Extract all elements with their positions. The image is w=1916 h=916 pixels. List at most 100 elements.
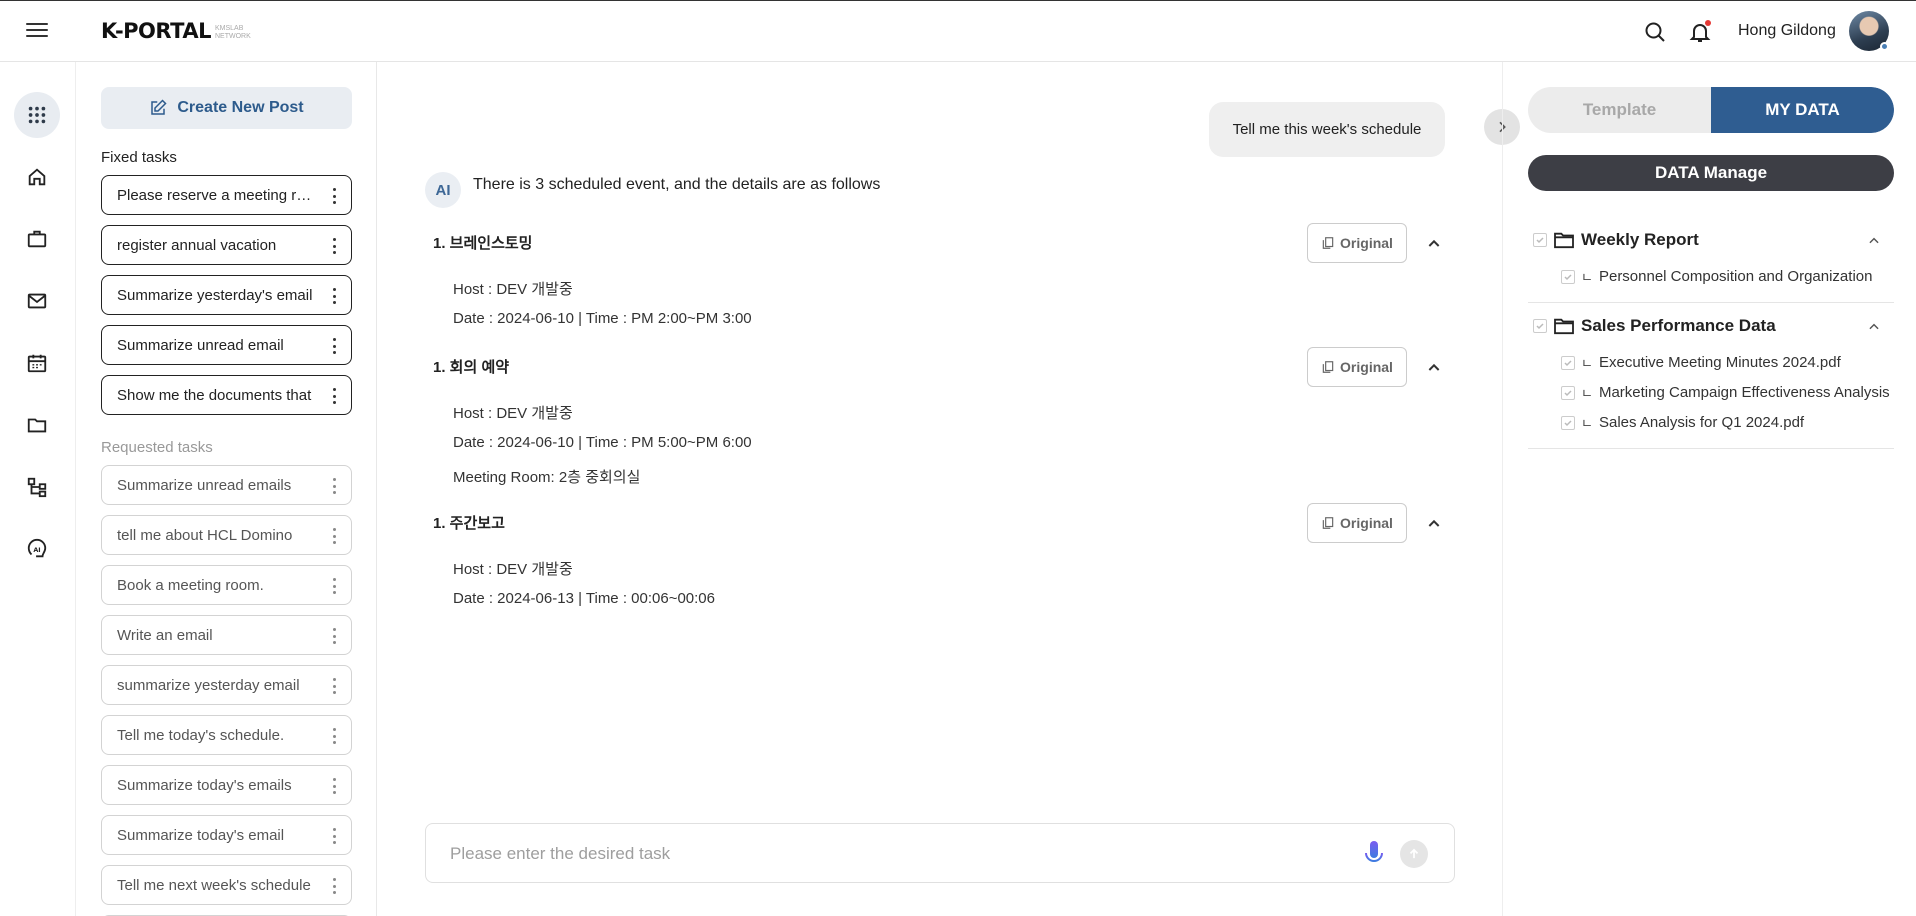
apps-grid-icon[interactable]	[14, 92, 60, 138]
tree-branch-icon: ㄴ	[1581, 270, 1593, 285]
divider	[1528, 302, 1894, 303]
original-button[interactable]: Original	[1307, 347, 1407, 387]
more-vertical-icon[interactable]	[333, 678, 337, 694]
chat-area: Tell me this week's schedule AI There is…	[378, 62, 1502, 916]
chevron-up-icon[interactable]	[1426, 360, 1442, 376]
event-title: 1. 브레인스토밍	[433, 235, 533, 252]
folder-row[interactable]: Weekly Report	[1533, 230, 1699, 250]
top-header: K-PORTAL KMSLAB NETWORK Hong Gildong	[0, 1, 1916, 62]
tab-template[interactable]: Template	[1528, 87, 1711, 133]
task-input-box	[425, 823, 1455, 883]
folder-checkbox[interactable]	[1533, 233, 1547, 247]
requested-task-item[interactable]: tell me about HCL Domino	[101, 515, 352, 555]
org-chart-icon[interactable]	[14, 464, 60, 510]
requested-task-item[interactable]: Summarize today's email	[101, 815, 352, 855]
original-label: Original	[1340, 515, 1393, 531]
requested-task-item[interactable]: Tell me next week's schedule	[101, 865, 352, 905]
chevron-up-icon[interactable]	[1426, 236, 1442, 252]
search-icon[interactable]	[1643, 20, 1667, 44]
chevron-up-icon[interactable]	[1867, 320, 1881, 334]
folder-checkbox[interactable]	[1533, 319, 1547, 333]
more-vertical-icon[interactable]	[333, 828, 337, 844]
file-name: Marketing Campaign Effectiveness Analysi…	[1598, 384, 1890, 401]
task-input[interactable]	[450, 842, 1350, 866]
more-vertical-icon[interactable]	[333, 728, 337, 744]
event-host: Host : DEV 개발중	[453, 405, 573, 422]
tree-branch-icon: ㄴ	[1581, 416, 1593, 431]
more-vertical-icon[interactable]	[333, 238, 337, 254]
logo[interactable]: K-PORTAL KMSLAB NETWORK	[101, 19, 255, 43]
fixed-task-item[interactable]: Show me the documents that	[101, 375, 352, 415]
home-icon[interactable]	[14, 154, 60, 200]
more-vertical-icon[interactable]	[333, 578, 337, 594]
fixed-task-item[interactable]: Summarize yesterday's email	[101, 275, 352, 315]
requested-task-item[interactable]: Write an email	[101, 615, 352, 655]
requested-task-item[interactable]: Book a meeting room.	[101, 565, 352, 605]
tab-my-data[interactable]: MY DATA	[1711, 87, 1894, 133]
briefcase-icon[interactable]	[14, 216, 60, 262]
task-label: Summarize unread email	[117, 336, 284, 354]
chevron-up-icon[interactable]	[1867, 234, 1881, 248]
fixed-task-item[interactable]: Please reserve a meeting room	[101, 175, 352, 215]
original-button[interactable]: Original	[1307, 223, 1407, 263]
tree-branch-icon: ㄴ	[1581, 356, 1593, 371]
notification-bell-icon[interactable]	[1688, 20, 1712, 44]
task-label: Write an email	[117, 626, 213, 644]
file-checkbox[interactable]	[1561, 415, 1575, 430]
send-button[interactable]	[1400, 840, 1428, 868]
requested-task-item[interactable]: Tell me today's schedule.	[101, 715, 352, 755]
folder-icon	[1554, 232, 1574, 249]
requested-task-item[interactable]: Summarize unread emails	[101, 465, 352, 505]
fixed-task-item[interactable]: Summarize unread email	[101, 325, 352, 365]
ai-assistant-icon[interactable]: AI	[14, 526, 60, 572]
folder-name: Weekly Report	[1581, 230, 1699, 249]
requested-task-item[interactable]: Summarize today's emails	[101, 765, 352, 805]
calendar-icon[interactable]	[14, 340, 60, 386]
status-indicator	[1880, 42, 1889, 51]
file-checkbox[interactable]	[1561, 355, 1575, 370]
more-vertical-icon[interactable]	[333, 778, 337, 794]
more-vertical-icon[interactable]	[333, 288, 337, 304]
more-vertical-icon[interactable]	[333, 188, 337, 204]
more-vertical-icon[interactable]	[333, 478, 337, 494]
right-panel: Template MY DATA DATA Manage Weekly Repo…	[1502, 62, 1916, 916]
menu-icon[interactable]	[26, 23, 48, 39]
task-label: summarize yesterday email	[117, 676, 300, 694]
folder-icon[interactable]	[14, 402, 60, 448]
folder-icon	[1554, 318, 1574, 335]
more-vertical-icon[interactable]	[333, 528, 337, 544]
divider	[1528, 448, 1894, 449]
create-new-post-button[interactable]: Create New Post	[101, 87, 352, 129]
document-copy-icon	[1322, 361, 1334, 373]
requested-task-item[interactable]: summarize yesterday email	[101, 665, 352, 705]
more-vertical-icon[interactable]	[333, 388, 337, 404]
mail-icon[interactable]	[14, 278, 60, 324]
file-row[interactable]: ㄴ Personnel Composition and Organization	[1561, 267, 1899, 286]
more-vertical-icon[interactable]	[333, 338, 337, 354]
more-vertical-icon[interactable]	[333, 628, 337, 644]
file-checkbox[interactable]	[1561, 385, 1575, 400]
fixed-tasks-heading: Fixed tasks	[101, 149, 177, 166]
user-name[interactable]: Hong Gildong	[1738, 22, 1836, 40]
file-row[interactable]: ㄴ Executive Meeting Minutes 2024.pdf	[1561, 353, 1899, 372]
task-label: register annual vacation	[117, 236, 277, 254]
user-message-bubble: Tell me this week's schedule	[1209, 102, 1445, 157]
chevron-up-icon[interactable]	[1426, 516, 1442, 532]
document-copy-icon	[1322, 237, 1334, 249]
task-label: Show me the documents that	[117, 386, 312, 404]
folder-row[interactable]: Sales Performance Data	[1533, 316, 1776, 336]
fixed-task-item[interactable]: register annual vacation	[101, 225, 352, 265]
task-label: Book a meeting room.	[117, 576, 264, 594]
original-label: Original	[1340, 235, 1393, 251]
more-vertical-icon[interactable]	[333, 878, 337, 894]
file-row[interactable]: ㄴ Marketing Campaign Effectiveness Analy…	[1561, 383, 1899, 402]
task-label: Summarize yesterday's email	[117, 286, 313, 304]
logo-text: K-PORTAL	[101, 19, 211, 43]
task-sidebar: Create New Post Fixed tasks Please reser…	[77, 62, 377, 916]
file-row[interactable]: ㄴ Sales Analysis for Q1 2024.pdf	[1561, 413, 1899, 432]
microphone-icon[interactable]	[1361, 839, 1387, 869]
original-button[interactable]: Original	[1307, 503, 1407, 543]
file-checkbox[interactable]	[1561, 269, 1575, 284]
event-host: Host : DEV 개발중	[453, 561, 573, 578]
data-manage-button[interactable]: DATA Manage	[1528, 155, 1894, 191]
